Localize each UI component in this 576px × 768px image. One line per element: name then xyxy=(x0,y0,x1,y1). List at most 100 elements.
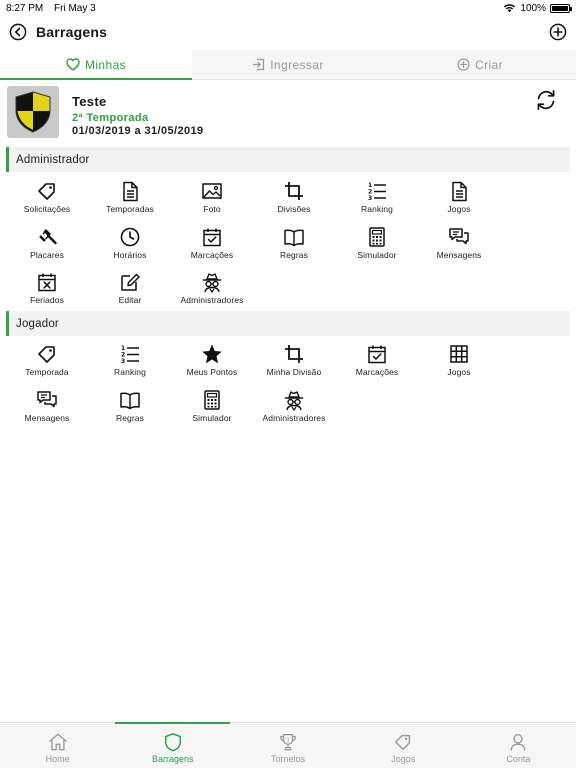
numbered-list-icon: 123 xyxy=(368,182,386,202)
tabbar-label: Torneios xyxy=(270,754,306,764)
back-circle-icon xyxy=(9,23,27,41)
admin-action-regras[interactable]: Regras xyxy=(249,226,339,266)
segment-tabs: Minhas Ingressar Criar xyxy=(0,50,576,80)
admin-action-marcacoes[interactable]: Marcações xyxy=(167,226,257,266)
action-label: Jogos xyxy=(447,204,471,214)
tab-minhas-label: Minhas xyxy=(84,57,127,72)
player-action-mensagens[interactable]: Mensagens xyxy=(2,389,92,429)
document-icon xyxy=(123,181,138,202)
player-action-marcacoes[interactable]: Marcações xyxy=(332,343,422,383)
admin-action-ranking[interactable]: 1 2 3 Ranking xyxy=(332,180,422,220)
tabbar-item-barragens[interactable]: Barragens xyxy=(115,722,231,768)
gavel-icon xyxy=(39,228,57,244)
admin-action-editar[interactable]: Editar xyxy=(85,271,175,311)
calculator-icon xyxy=(369,226,385,247)
admin-action-mensagens[interactable]: Mensagens xyxy=(414,226,504,266)
status-right: 100% xyxy=(503,3,572,14)
sign-in-icon xyxy=(253,58,265,71)
star-icon xyxy=(202,344,222,364)
tabbar-item-torneios[interactable]: 1 Torneios xyxy=(230,723,345,768)
admin-action-feriados[interactable]: Feriados xyxy=(2,271,92,311)
add-button[interactable] xyxy=(548,22,568,42)
home-icon xyxy=(48,733,67,751)
admin-action-placares[interactable]: Placares xyxy=(2,226,92,266)
nav-bar: Barragens xyxy=(0,16,576,48)
refresh-icon xyxy=(537,89,555,111)
grid-icon xyxy=(450,345,468,363)
action-label: Simulador xyxy=(357,249,397,260)
tag-icon xyxy=(395,734,411,750)
player-action-minha-divisao[interactable]: Minha Divisão xyxy=(249,343,339,383)
calendar-check-icon xyxy=(203,228,221,246)
page-title: Barragens xyxy=(36,24,108,40)
tabbar-item-jogos[interactable]: Jogos xyxy=(346,723,461,768)
tag-icon xyxy=(38,346,55,363)
league-name: Teste xyxy=(72,94,107,109)
player-action-regras[interactable]: Regras xyxy=(85,389,175,429)
chat-icon xyxy=(37,390,57,407)
calendar-check-icon xyxy=(368,345,386,364)
action-label: Regras xyxy=(279,249,308,260)
action-label: Ranking xyxy=(361,204,393,214)
clock-icon xyxy=(120,227,140,246)
tabbar-label: Jogos xyxy=(391,754,416,764)
tag-icon xyxy=(38,183,55,200)
book-icon xyxy=(120,392,140,409)
tab-ingressar[interactable]: Ingressar xyxy=(192,50,384,79)
player-action-jogos[interactable]: Jogos xyxy=(414,343,504,383)
player-action-simulador[interactable]: Simulador xyxy=(167,389,257,429)
shield-logo-icon xyxy=(15,91,51,133)
numbered-list-icon: 123 xyxy=(121,345,139,365)
spy-icon xyxy=(202,273,222,293)
action-label: Marcações xyxy=(355,367,399,377)
admin-action-horarios[interactable]: Horários xyxy=(85,226,175,266)
svg-text:1: 1 xyxy=(286,738,289,744)
admin-action-temporadas[interactable]: Temporadas xyxy=(85,180,175,220)
action-label: Editar xyxy=(118,295,142,305)
tabbar-label: Barragens xyxy=(152,754,194,764)
action-label: Placares xyxy=(30,249,64,260)
admin-action-divisoes[interactable]: Divisões xyxy=(249,180,339,220)
tab-criar[interactable]: Criar xyxy=(384,50,576,79)
status-time: 8:27 PM xyxy=(6,2,44,14)
section-jogador-title: Jogador xyxy=(16,317,59,330)
status-date: Fri May 3 xyxy=(54,2,96,14)
admin-action-foto[interactable]: Foto xyxy=(167,180,257,220)
action-label: Foto xyxy=(203,204,221,214)
player-action-administradores[interactable]: Administradores xyxy=(249,389,339,429)
league-dates: 01/03/2019 a 31/05/2019 xyxy=(72,125,204,137)
admin-action-administradores[interactable]: Administradores xyxy=(167,271,257,311)
action-label: Temporada xyxy=(25,367,69,377)
action-label: Ranking xyxy=(114,367,146,377)
heart-icon xyxy=(66,58,80,71)
player-action-temporada[interactable]: Temporada xyxy=(2,343,92,383)
refresh-button[interactable] xyxy=(534,88,558,112)
admin-action-solicitacoes[interactable]: Solicitações xyxy=(2,180,92,220)
status-bar: 8:27 PM Fri May 3 100% xyxy=(0,0,576,16)
calculator-icon xyxy=(204,389,220,410)
player-action-ranking[interactable]: 1 2 3 Ranking xyxy=(85,343,175,383)
book-icon xyxy=(284,229,304,246)
tabbar-item-home[interactable]: Home xyxy=(0,723,115,768)
tab-criar-label: Criar xyxy=(475,57,503,72)
document-icon xyxy=(452,181,467,202)
admin-action-jogos[interactable]: Jogos xyxy=(414,180,504,220)
trophy-icon: 1 xyxy=(280,734,296,751)
action-label: Administradores xyxy=(262,412,326,423)
action-label: Minha Divisão xyxy=(266,367,322,377)
action-label: Horários xyxy=(113,249,147,260)
section-administrador: Administrador xyxy=(6,147,570,172)
action-label: Mensagens xyxy=(436,249,482,260)
tab-minhas[interactable]: Minhas xyxy=(0,50,192,80)
shield-icon xyxy=(164,733,181,752)
player-action-meus-pontos[interactable]: Meus Pontos xyxy=(167,343,257,383)
edit-icon xyxy=(121,273,140,291)
action-label: Administradores xyxy=(180,295,244,305)
image-icon xyxy=(202,183,222,199)
svg-text:3: 3 xyxy=(368,195,372,202)
tabbar-item-conta[interactable]: Conta xyxy=(461,723,576,768)
battery-fill xyxy=(552,5,568,11)
back-button[interactable] xyxy=(8,22,28,42)
status-left: 8:27 PM Fri May 3 xyxy=(6,3,104,14)
admin-action-simulador[interactable]: Simulador xyxy=(332,226,422,266)
